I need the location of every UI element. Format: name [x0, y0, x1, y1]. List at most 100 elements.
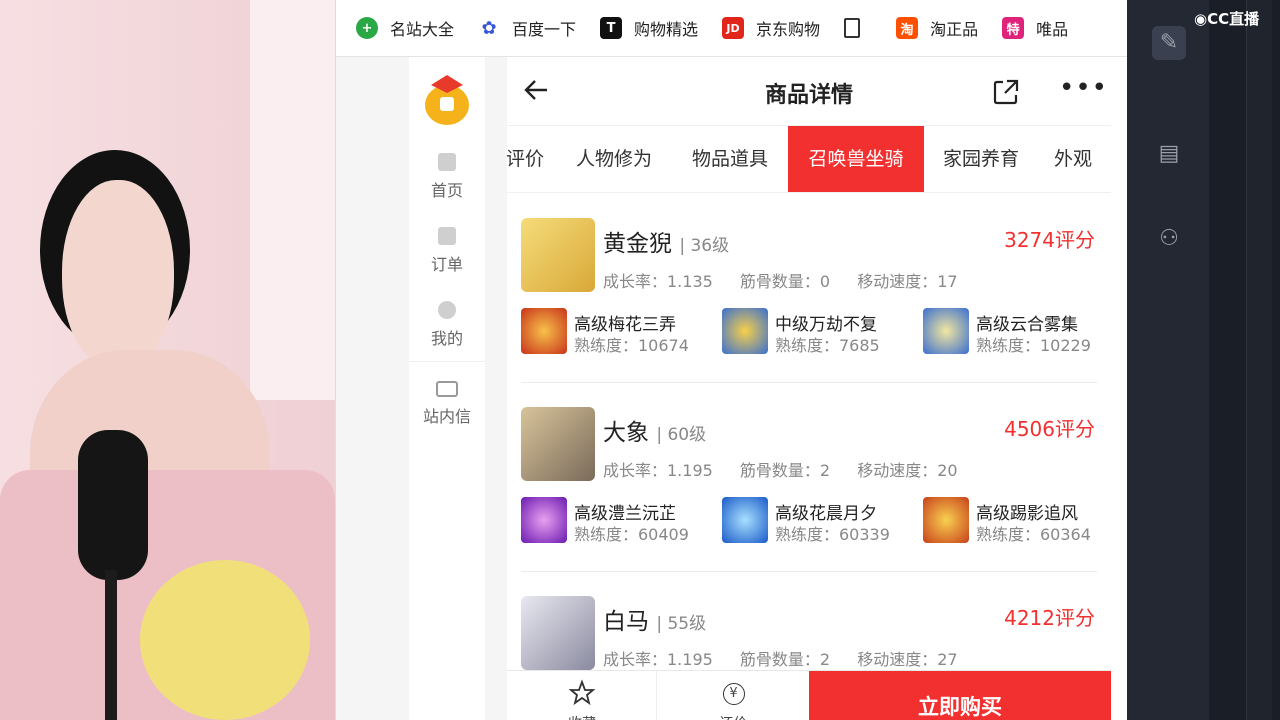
vip-icon: 特 [1002, 17, 1025, 39]
user-icon [438, 301, 456, 319]
pet-name: 白马 [603, 609, 649, 635]
bookmark-label: 淘正品 [930, 20, 979, 39]
document-icon [844, 18, 861, 38]
pet-level: | 60级 [656, 425, 707, 445]
pet-avatar [521, 596, 595, 670]
tab-character[interactable]: 人物修为 [559, 126, 669, 192]
document-list-icon[interactable]: ▤ [1152, 137, 1186, 171]
pet-score: 3274评分 [1004, 228, 1095, 252]
pet-name-row: 黄金猊 | 36级 [603, 224, 729, 258]
bookmark-label: 名站大全 [390, 20, 455, 39]
pet-name: 大象 [603, 420, 649, 446]
share-icon[interactable] [991, 77, 1021, 107]
bookmark-item[interactable]: ✿ 百度一下 [478, 16, 576, 40]
stream-toolbar: ✎ ▤ ⚇ [1127, 0, 1209, 720]
pet-name-row: 白马 | 55级 [603, 602, 706, 636]
pet-stats: 成长率：1.135 筋骨数量：0 移动速度：17 [603, 268, 980, 292]
tab-summons-mounts[interactable]: 召唤兽坐骑 [788, 126, 924, 192]
buy-now-button[interactable]: 立即购买 [809, 671, 1111, 720]
pet-growth: 成长率：1.195 [603, 461, 713, 480]
skill-icon [521, 497, 567, 543]
pet-score: 4506评分 [1004, 417, 1095, 441]
cc-logo-icon: ◉ [1194, 10, 1208, 28]
skill-list: 高级梅花三弄 熟练度：10674 中级万劫不复 熟练度：7685 高级云合雾集 … [521, 308, 1111, 356]
skill-item: 高级澧兰沅芷 熟练度：60409 [521, 497, 721, 545]
skill-icon [521, 308, 567, 354]
skill-icon [923, 497, 969, 543]
scrollbar[interactable] [1246, 0, 1272, 720]
user-icon[interactable]: ⚇ [1152, 222, 1186, 256]
pet-level: | 55级 [656, 614, 707, 634]
bargain-button[interactable]: ¥ 还价 [658, 671, 809, 720]
pet-avatar [521, 407, 595, 481]
order-icon [438, 227, 456, 245]
tab-appearance[interactable]: 外观 [1043, 126, 1103, 192]
skill-proficiency: 熟练度：60409 [574, 525, 689, 544]
home-icon [438, 153, 456, 171]
browser-window: + 名站大全 ✿ 百度一下 T 购物精选 JD 京东购物 淘 淘正品 特 唯品 … [335, 0, 1128, 720]
page-gutter [336, 57, 409, 720]
pet-speed: 移动速度：27 [857, 650, 958, 669]
mail-icon [436, 381, 458, 397]
pet-bones: 筋骨数量：2 [739, 461, 831, 480]
sidebar-item-messages[interactable]: 站内信 [409, 381, 485, 427]
skill-proficiency: 熟练度：60339 [775, 525, 890, 544]
skill-proficiency: 熟练度：10229 [976, 336, 1091, 355]
skill-item: 高级花晨月夕 熟练度：60339 [722, 497, 922, 545]
yuan-icon: ¥ [722, 683, 745, 705]
bookmark-item[interactable]: + 名站大全 [356, 16, 454, 40]
tab-items[interactable]: 物品道具 [675, 126, 785, 192]
pet-score: 4212评分 [1004, 606, 1095, 630]
bell-logo-icon [425, 75, 469, 125]
bookmark-item[interactable]: 特 唯品 [1002, 16, 1068, 40]
pet-avatar [521, 218, 595, 292]
baidu-paw-icon: ✿ [478, 17, 501, 39]
pet-bones: 筋骨数量：0 [739, 272, 831, 291]
bookmark-item[interactable]: T 购物精选 [600, 16, 698, 40]
pet-growth: 成长率：1.195 [603, 650, 713, 669]
sidebar-item-label: 站内信 [422, 407, 471, 426]
skill-item: 高级云合雾集 熟练度：10229 [923, 308, 1111, 356]
sidebar-item-orders[interactable]: 订单 [409, 227, 485, 275]
stream-watermark: ◉CC直播 [1194, 8, 1259, 29]
pet-stats: 成长率：1.195 筋骨数量：2 移动速度：27 [603, 646, 980, 670]
tab-home[interactable]: 家园养育 [925, 126, 1037, 192]
screen: + 名站大全 ✿ 百度一下 T 购物精选 JD 京东购物 淘 淘正品 特 唯品 … [0, 0, 1280, 720]
sidebar-item-label: 我的 [430, 329, 463, 348]
favorite-label: 收藏 [507, 713, 657, 720]
feather-icon[interactable]: ✎ [1152, 26, 1186, 60]
skill-icon [722, 497, 768, 543]
skill-proficiency: 熟练度：7685 [775, 336, 880, 355]
skill-item: 中级万劫不复 熟练度：7685 [722, 308, 922, 356]
pet-speed: 移动速度：20 [857, 461, 958, 480]
sidebar-item-home[interactable]: 首页 [409, 153, 485, 201]
bookmark-label: 唯品 [1036, 20, 1069, 39]
skill-proficiency: 熟练度：10674 [574, 336, 689, 355]
pet-growth: 成长率：1.135 [603, 272, 713, 291]
taobao-icon: 淘 [896, 17, 919, 39]
webcam-video [0, 0, 335, 720]
bookmark-label: 京东购物 [756, 20, 821, 39]
tab-reviews[interactable]: 评价 [507, 126, 547, 192]
sidebar-item-label: 首页 [430, 181, 463, 200]
plus-circle-icon: + [356, 17, 378, 39]
skill-item: 高级梅花三弄 熟练度：10674 [521, 308, 721, 356]
side-navigation: 首页 订单 我的 站内信 [409, 57, 485, 447]
bookmark-label: 购物精选 [634, 20, 699, 39]
detail-header: 商品详情 ••• [507, 57, 1111, 125]
star-icon [568, 679, 595, 706]
skill-icon [923, 308, 969, 354]
pet-name: 黄金猊 [603, 231, 672, 257]
bookmark-item[interactable] [844, 18, 872, 38]
category-tabs: 评价 人物修为 物品道具 召唤兽坐骑 家园养育 外观 [507, 125, 1111, 193]
favorite-button[interactable]: 收藏 [507, 671, 657, 720]
tmall-icon: T [600, 17, 623, 39]
jd-icon: JD [722, 17, 745, 39]
sidebar-item-mine[interactable]: 我的 [409, 301, 485, 349]
bookmark-item[interactable]: JD 京东购物 [722, 16, 820, 40]
more-options-icon[interactable]: ••• [1059, 75, 1107, 103]
pet-level: | 36级 [679, 236, 730, 256]
bookmark-item[interactable]: 淘 淘正品 [896, 16, 978, 40]
divider [521, 382, 1097, 383]
bargain-label: 还价 [658, 713, 809, 720]
